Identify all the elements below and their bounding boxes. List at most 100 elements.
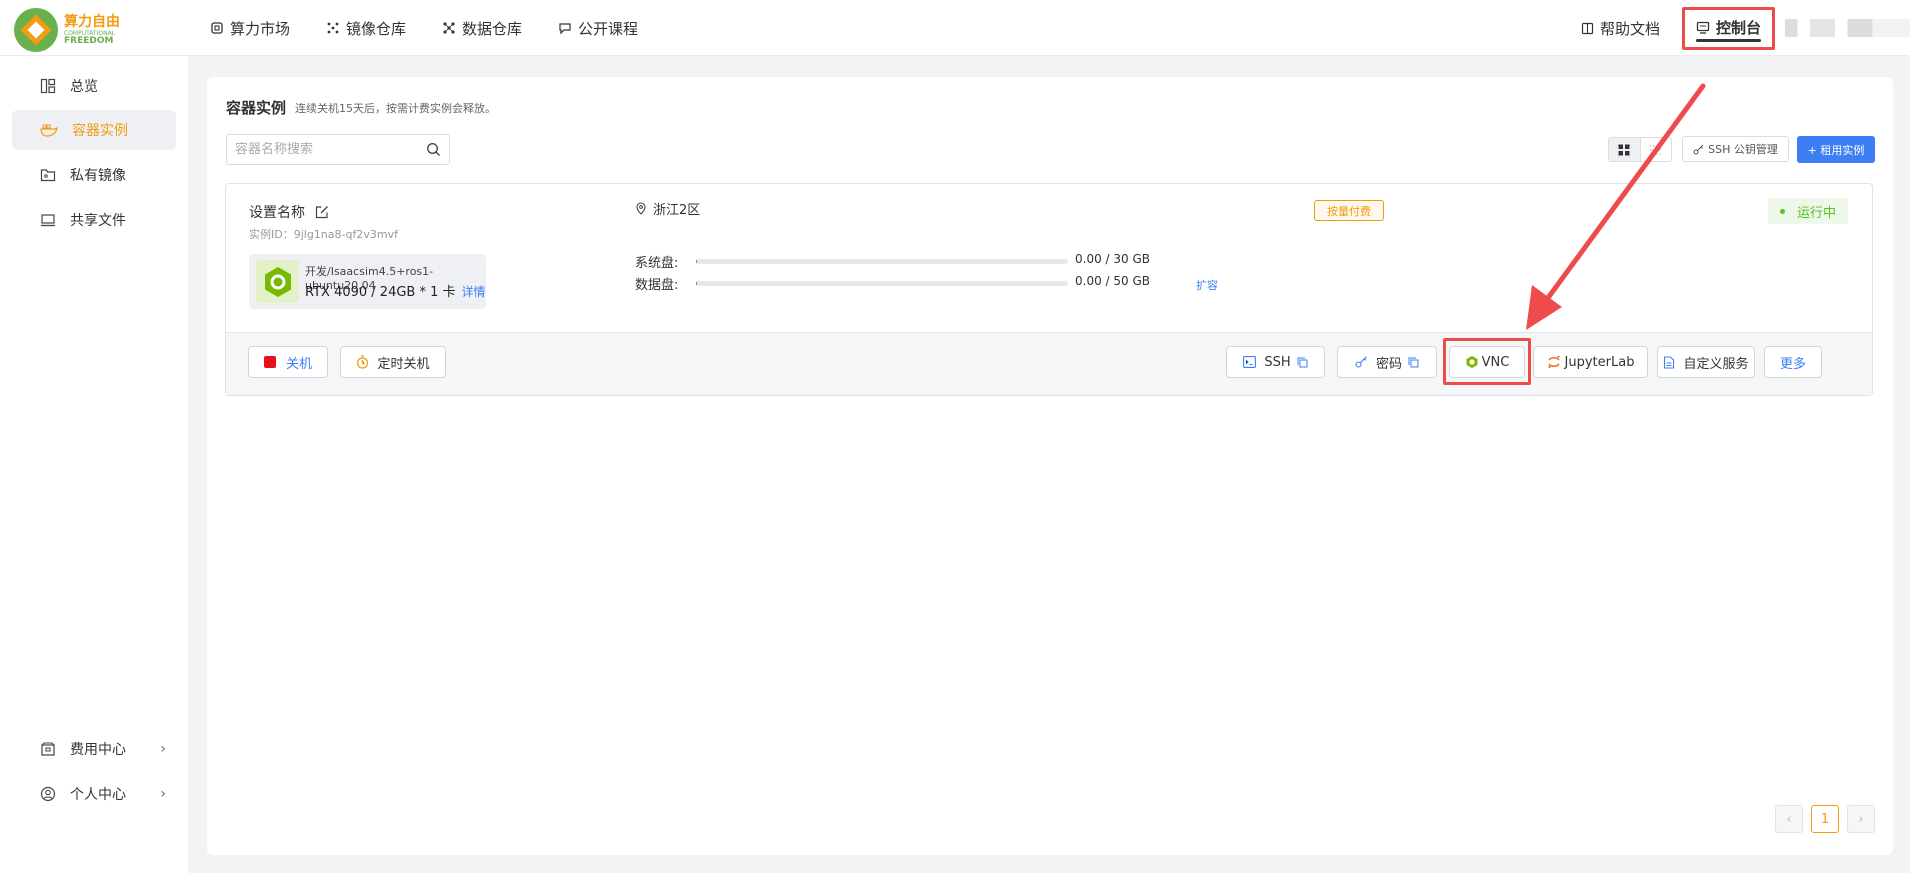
instance-name-row: 设置名称 <box>249 202 329 222</box>
help-docs-label: 帮助文档 <box>1599 19 1660 38</box>
top-nav: 算力市场 镜像仓库 数据仓库 公开课程 <box>210 0 674 56</box>
ssh-key-management-button[interactable]: SSH 公钥管理 <box>1682 136 1789 162</box>
monitor-icon <box>1696 21 1710 34</box>
timer-icon <box>357 355 369 369</box>
data-disk-value: 0.00 / 50 GB <box>1075 274 1151 288</box>
view-toggle <box>1608 137 1672 162</box>
search-field[interactable] <box>226 134 450 165</box>
page-title: 容器实例 <box>226 99 287 117</box>
jupyterlab-button[interactable]: JupyterLab <box>1533 346 1648 378</box>
page-1-button[interactable]: 1 <box>1811 805 1839 833</box>
prev-page-button[interactable]: ‹ <box>1775 805 1803 833</box>
shutdown-label: 关机 <box>285 356 312 372</box>
main-panel: 容器实例 连续关机15天后，按需计费实例会释放。 SSH 公钥管理 + 租用实例… <box>207 77 1893 855</box>
sidebar-item-profile[interactable]: 个人中心 › <box>12 774 176 814</box>
nav-label: 算力市场 <box>230 19 291 38</box>
user-menu[interactable] <box>1785 19 1910 37</box>
folder-image-icon <box>40 169 56 182</box>
brand-name-en2: FREEDOM <box>64 35 114 46</box>
nav-public-courses[interactable]: 公开课程 <box>558 18 638 39</box>
data-disk-fill <box>696 281 698 286</box>
logo-icon <box>14 8 58 52</box>
data-disk-bar <box>696 281 1068 286</box>
nav-compute-market[interactable]: 算力市场 <box>210 18 290 39</box>
system-disk-label: 系统盘: <box>635 256 679 271</box>
terminal-icon <box>1243 356 1257 368</box>
vnc-hex-icon <box>1466 356 1478 368</box>
timed-shutdown-label: 定时关机 <box>377 356 430 372</box>
search-icon[interactable] <box>426 142 441 157</box>
rent-instance-button[interactable]: + 租用实例 <box>1797 136 1875 163</box>
console-link[interactable]: 控制台 <box>1681 6 1775 50</box>
nav-label: 镜像仓库 <box>346 19 407 38</box>
copy-icon[interactable] <box>1408 357 1419 368</box>
sidebar-item-billing[interactable]: 费用中心 › <box>12 729 176 769</box>
region: 浙江2区 <box>635 199 700 218</box>
network-icon <box>443 22 455 34</box>
ssh-button[interactable]: SSH <box>1226 346 1325 378</box>
chat-icon <box>559 23 571 35</box>
nav-image-repo[interactable]: 镜像仓库 <box>326 18 406 39</box>
edit-icon[interactable] <box>315 205 329 219</box>
search-input[interactable] <box>235 142 426 157</box>
vnc-button[interactable]: VNC <box>1449 346 1525 378</box>
custom-service-button[interactable]: 自定义服务 <box>1657 346 1755 378</box>
sidebar-label: 共享文件 <box>70 213 126 229</box>
dots-icon <box>327 22 339 34</box>
gpu-spec-text: RTX 4090 / 24GB * 1 卡 <box>305 285 456 300</box>
vnc-label: VNC <box>1481 354 1510 370</box>
more-button[interactable]: 更多 <box>1764 346 1822 378</box>
image-info: 开发/Isaacsim4.5+ros1-ubuntu20.04 RTX 4090… <box>249 254 486 309</box>
grid-view-button[interactable] <box>1609 138 1641 161</box>
sidebar-item-private-images[interactable]: 私有镜像 <box>12 155 176 195</box>
drive-icon <box>41 214 55 227</box>
expand-disk-link[interactable]: 扩容 <box>1196 277 1218 293</box>
shutdown-button[interactable]: 关机 <box>248 346 328 378</box>
ssh-label: SSH <box>1264 354 1291 370</box>
help-docs-link[interactable]: 帮助文档 <box>1581 18 1660 39</box>
list-icon <box>1649 144 1662 155</box>
grid-icon <box>1618 144 1630 155</box>
system-disk-value: 0.00 / 30 GB <box>1075 252 1151 266</box>
instance-card: 设置名称 实例ID：9jlg1na8-qf2v3mvf 开发/Isaacsim4… <box>225 183 1873 396</box>
system-disk-fill <box>696 259 698 264</box>
ssh-key-label: SSH 公钥管理 <box>1708 143 1778 156</box>
next-page-button[interactable]: › <box>1847 805 1875 833</box>
nav-label: 公开课程 <box>578 19 639 38</box>
console-label: 控制台 <box>1715 18 1761 37</box>
copy-icon[interactable] <box>1297 357 1308 368</box>
brand-logo[interactable]: 算力自由 COMPUTATIONAL FREEDOM <box>14 8 164 52</box>
wallet-icon <box>41 741 55 756</box>
timed-shutdown-button[interactable]: 定时关机 <box>340 346 446 378</box>
nav-data-repo[interactable]: 数据仓库 <box>442 18 522 39</box>
jupyter-icon <box>1547 355 1560 368</box>
key-icon <box>1693 144 1704 154</box>
document-icon <box>1664 355 1675 369</box>
instance-id: 实例ID：9jlg1na8-qf2v3mvf <box>249 228 398 241</box>
chevron-right-icon: › <box>160 741 166 757</box>
brand-name-cn: 算力自由 <box>64 13 120 30</box>
sidebar-item-containers[interactable]: 容器实例 <box>12 110 176 150</box>
gpu-spec: RTX 4090 / 24GB * 1 卡详情 <box>305 281 486 300</box>
password-button[interactable]: 密码 <box>1337 346 1437 378</box>
sidebar-label: 个人中心 <box>70 787 126 803</box>
status-dot <box>1779 208 1785 214</box>
book-icon <box>1581 22 1594 34</box>
list-view-button[interactable] <box>1641 138 1672 161</box>
top-right: 帮助文档 控制台 <box>1581 0 1910 56</box>
pagination: ‹ 1 › <box>1767 805 1875 833</box>
top-bar: 算力自由 COMPUTATIONAL FREEDOM 算力市场 镜像仓库 数据仓… <box>0 0 1910 56</box>
custom-service-label: 自定义服务 <box>1683 356 1749 372</box>
chevron-right-icon: › <box>160 786 166 802</box>
sidebar-label: 容器实例 <box>72 123 128 139</box>
sidebar-label: 费用中心 <box>70 742 126 758</box>
image-logo-icon <box>256 260 299 303</box>
sidebar-item-overview[interactable]: 总览 <box>12 66 176 106</box>
sidebar-label: 总览 <box>70 79 98 95</box>
detail-link[interactable]: 详情 <box>462 285 486 299</box>
active-underline <box>1695 38 1761 42</box>
status-badge: 运行中 <box>1768 198 1848 224</box>
location-icon <box>636 202 646 215</box>
sidebar-item-shared-files[interactable]: 共享文件 <box>12 200 176 240</box>
nav-label: 数据仓库 <box>462 19 523 38</box>
